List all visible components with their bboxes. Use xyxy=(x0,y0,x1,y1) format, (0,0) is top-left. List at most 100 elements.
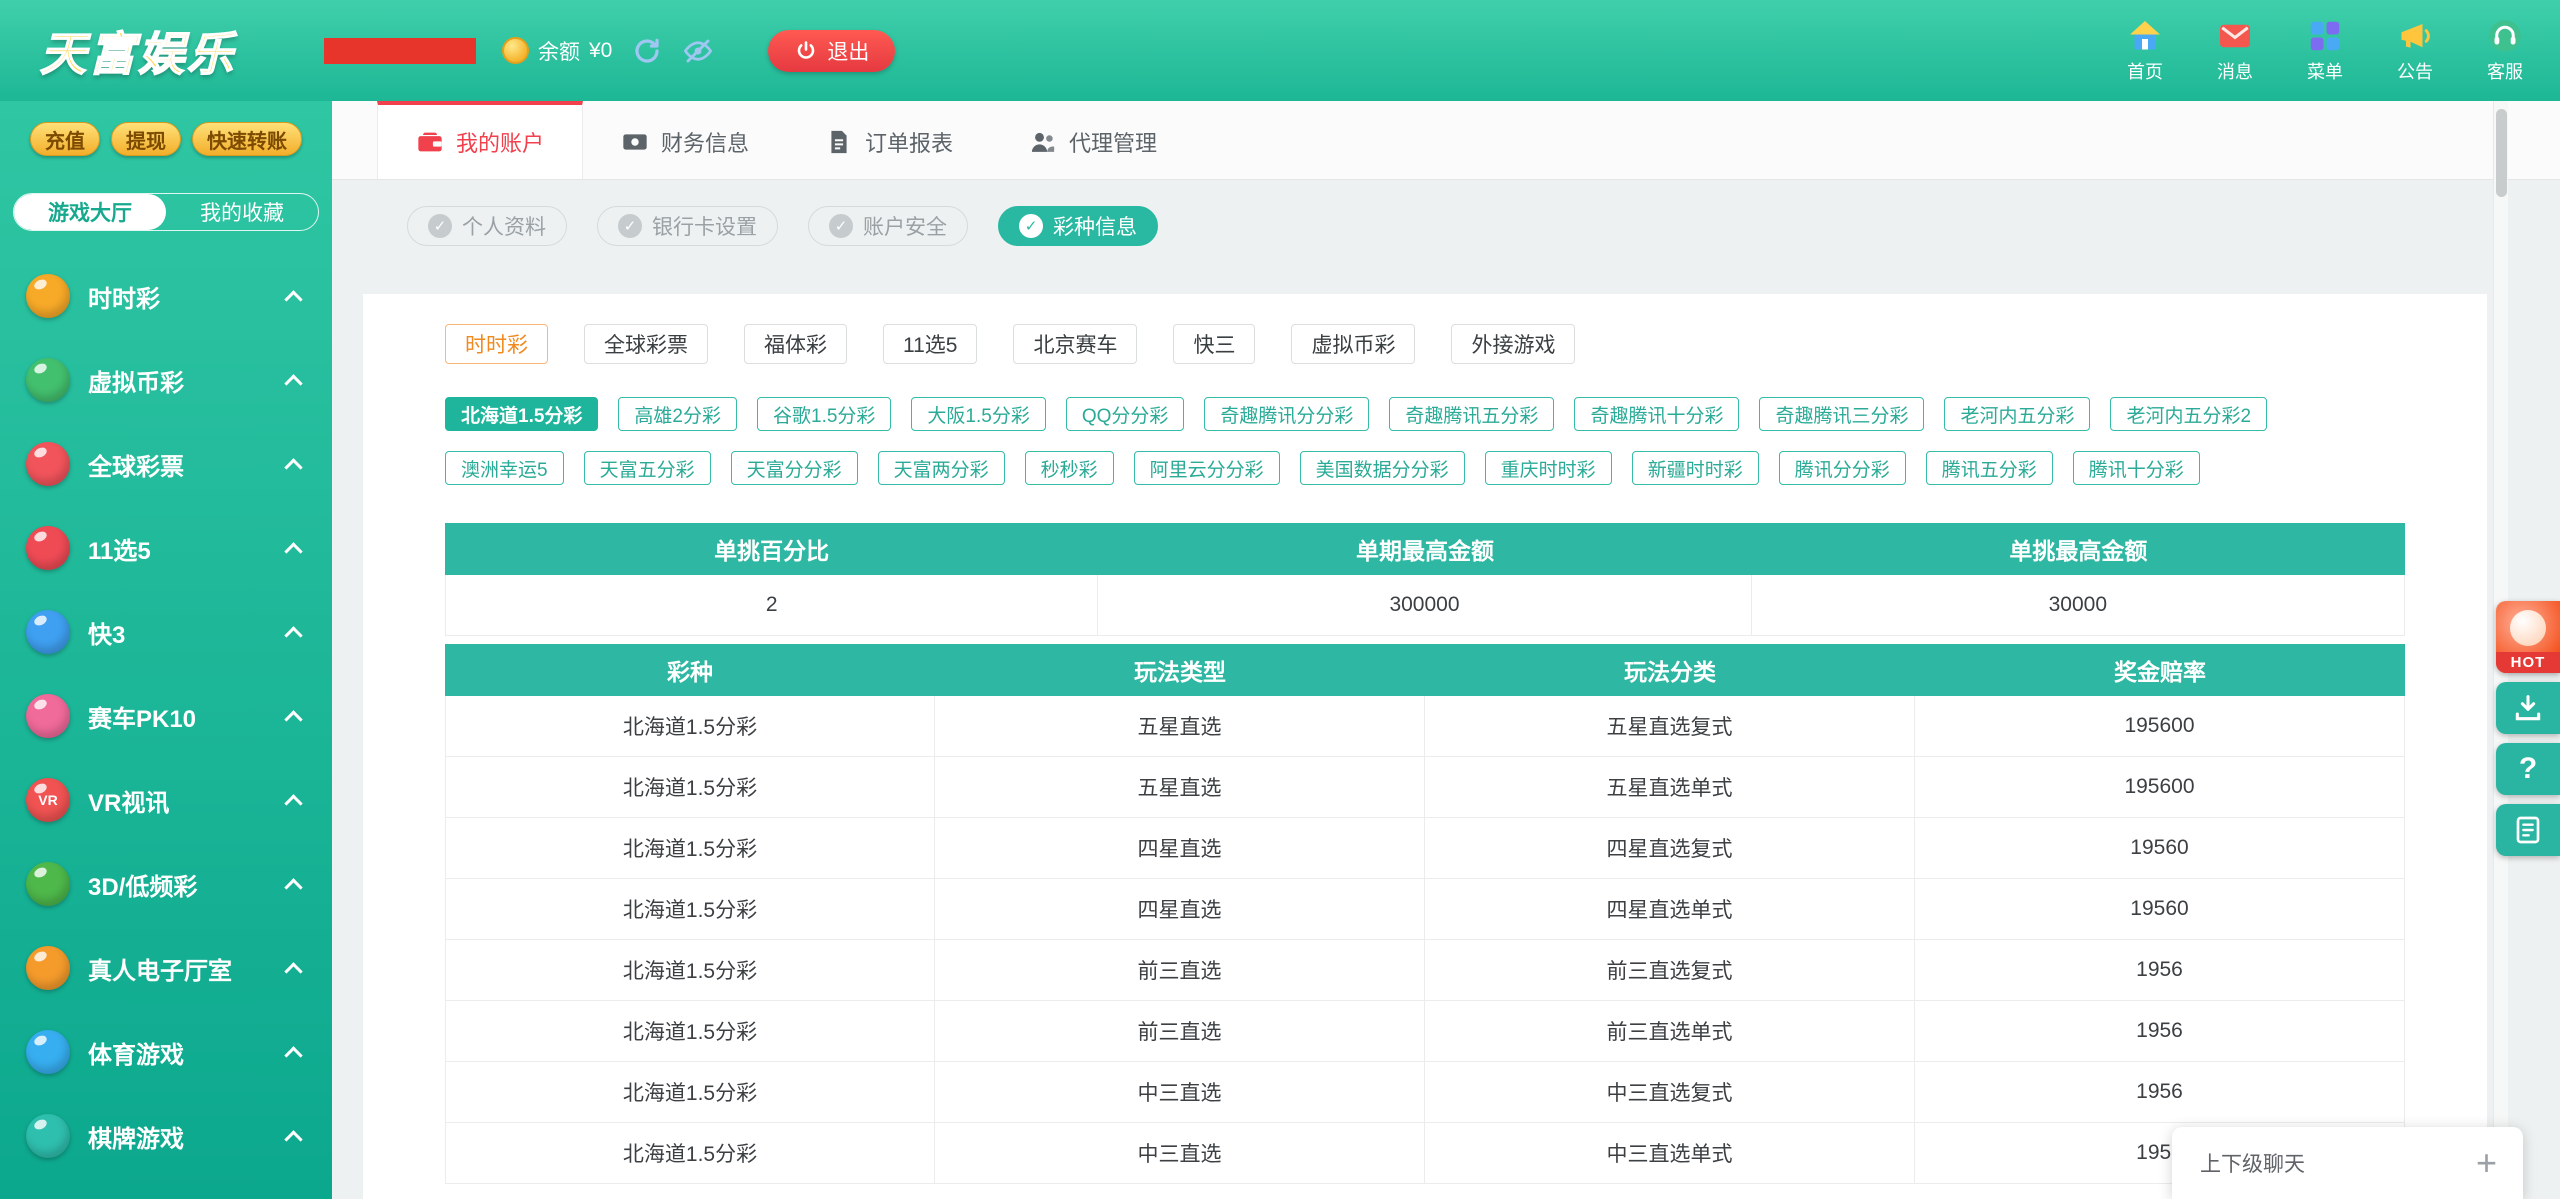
tab-label: 代理管理 xyxy=(1069,126,1157,158)
sidebar-menu-item[interactable]: VR VR视讯 xyxy=(0,758,332,842)
download-app-button[interactable] xyxy=(2496,682,2560,734)
help-button[interactable]: ? xyxy=(2496,743,2560,795)
nav-support[interactable]: 客服 xyxy=(2472,17,2538,84)
lottery-type-button[interactable]: 老河内五分彩 xyxy=(1944,397,2090,431)
lottery-category-tab[interactable]: 外接游戏 xyxy=(1451,324,1575,364)
lottery-type-button[interactable]: 澳洲幸运5 xyxy=(445,451,564,485)
favorites-tab[interactable]: 我的收藏 xyxy=(166,194,318,230)
lottery-category-tab[interactable]: 时时彩 xyxy=(445,324,548,364)
refresh-icon[interactable] xyxy=(632,36,662,66)
account-subtab[interactable]: ✓ 账户安全 xyxy=(808,206,968,246)
table-cell: 195600 xyxy=(1915,696,2405,757)
certificate-button[interactable] xyxy=(2496,804,2560,856)
lottery-type-button[interactable]: 奇趣腾讯三分彩 xyxy=(1759,397,1924,431)
account-subtab[interactable]: ✓ 彩种信息 xyxy=(998,206,1158,246)
sidebar-menu-item[interactable]: 棋牌游戏 xyxy=(0,1094,332,1178)
tab-order-reports[interactable]: 订单报表 xyxy=(787,101,991,179)
lottery-type-button[interactable]: 天富两分彩 xyxy=(878,451,1005,485)
lottery-type-button[interactable]: 天富分分彩 xyxy=(731,451,858,485)
table-header-cell: 玩法类型 xyxy=(935,644,1425,696)
table-cell: 前三直选复式 xyxy=(1425,940,1915,1001)
tab-my-account[interactable]: 我的账户 xyxy=(377,101,583,179)
lottery-type-button[interactable]: 腾讯十分彩 xyxy=(2073,451,2200,485)
account-subtab[interactable]: ✓ 个人资料 xyxy=(407,206,567,246)
lottery-category-tab[interactable]: 全球彩票 xyxy=(584,324,708,364)
nav-support-label: 客服 xyxy=(2487,58,2523,84)
expand-chat-icon[interactable]: + xyxy=(2476,1145,2497,1181)
table-cell: 前三直选 xyxy=(935,940,1425,1001)
lottery-category-tab[interactable]: 福体彩 xyxy=(744,324,847,364)
sidebar-menu-label: 赛车PK10 xyxy=(88,699,287,734)
lottery-category-tab[interactable]: 北京赛车 xyxy=(1013,324,1137,364)
lottery-type-button[interactable]: 阿里云分分彩 xyxy=(1134,451,1280,485)
table-cell: 2 xyxy=(445,575,1098,636)
sidebar-action-button[interactable]: 提现 xyxy=(111,122,181,156)
table-cell: 五星直选复式 xyxy=(1425,696,1915,757)
lottery-type-button[interactable]: 新疆时时彩 xyxy=(1632,451,1759,485)
scrollbar-thumb[interactable] xyxy=(2496,109,2507,197)
logout-button[interactable]: 退出 xyxy=(768,30,895,72)
table-cell: 五星直选单式 xyxy=(1425,757,1915,818)
lottery-type-button[interactable]: 天富五分彩 xyxy=(584,451,711,485)
tab-agent-management[interactable]: 代理管理 xyxy=(991,101,1195,179)
lottery-type-button[interactable]: 高雄2分彩 xyxy=(618,397,737,431)
table-cell: 1956 xyxy=(1915,940,2405,1001)
table-row: 北海道1.5分彩 中三直选 中三直选单式 1956 xyxy=(445,1123,2405,1184)
chevron-up-icon xyxy=(284,458,302,476)
nav-menu[interactable]: 菜单 xyxy=(2292,17,2358,84)
sidebar-menu-item[interactable]: 3D/低频彩 xyxy=(0,842,332,926)
sidebar-menu-item[interactable]: 虚拟币彩 xyxy=(0,338,332,422)
sidebar-menu-item[interactable]: 体育游戏 xyxy=(0,1010,332,1094)
logout-label: 退出 xyxy=(827,36,869,66)
sidebar-menu-item[interactable]: 11选5 xyxy=(0,506,332,590)
nav-home[interactable]: 首页 xyxy=(2112,17,2178,84)
lottery-ball-icon xyxy=(26,358,70,402)
lottery-category-tab[interactable]: 11选5 xyxy=(883,324,977,364)
lottery-type-button[interactable]: QQ分分彩 xyxy=(1066,397,1185,431)
table-row: 2 300000 30000 xyxy=(445,575,2405,636)
lottery-type-button[interactable]: 腾讯分分彩 xyxy=(1779,451,1906,485)
lottery-type-button[interactable]: 奇趣腾讯分分彩 xyxy=(1204,397,1369,431)
subtab-label: 账户安全 xyxy=(863,211,947,241)
people-icon xyxy=(1029,128,1057,156)
lottery-category-tab[interactable]: 快三 xyxy=(1173,324,1255,364)
sidebar-menu-item[interactable]: 全球彩票 xyxy=(0,422,332,506)
sidebar-action-button[interactable]: 快速转账 xyxy=(192,122,302,156)
hot-promo-button[interactable]: HOT xyxy=(2496,601,2560,673)
lottery-ball-icon xyxy=(26,442,70,486)
account-subtab[interactable]: ✓ 银行卡设置 xyxy=(597,206,778,246)
tab-label: 财务信息 xyxy=(661,126,749,158)
chat-bar[interactable]: 上下级聊天 + xyxy=(2172,1127,2523,1199)
lottery-type-button[interactable]: 腾讯五分彩 xyxy=(1926,451,2053,485)
sidebar-menu-item[interactable]: 真人电子厅室 xyxy=(0,926,332,1010)
lottery-type-button[interactable]: 北海道1.5分彩 xyxy=(445,397,598,431)
sidebar-menu-item[interactable]: 赛车PK10 xyxy=(0,674,332,758)
sidebar-menu-label: 时时彩 xyxy=(88,279,287,314)
table-row: 北海道1.5分彩 四星直选 四星直选复式 19560 xyxy=(445,818,2405,879)
lottery-ball-icon xyxy=(26,946,70,990)
lottery-type-button[interactable]: 奇趣腾讯五分彩 xyxy=(1389,397,1554,431)
tab-finance-info[interactable]: 财务信息 xyxy=(583,101,787,179)
eye-off-icon[interactable] xyxy=(682,35,714,67)
chat-bar-label: 上下级聊天 xyxy=(2200,1148,2305,1178)
lottery-type-button[interactable]: 重庆时时彩 xyxy=(1485,451,1612,485)
lottery-type-button[interactable]: 谷歌1.5分彩 xyxy=(757,397,891,431)
table-row: 北海道1.5分彩 五星直选 五星直选单式 195600 xyxy=(445,757,2405,818)
lottery-ball-icon xyxy=(26,1030,70,1074)
lottery-type-button[interactable]: 秒秒彩 xyxy=(1025,451,1114,485)
download-icon xyxy=(2512,692,2544,724)
lottery-category-tab[interactable]: 虚拟币彩 xyxy=(1291,324,1415,364)
lottery-type-button[interactable]: 奇趣腾讯十分彩 xyxy=(1574,397,1739,431)
limits-table-header: 单挑百分比单期最高金额单挑最高金额 xyxy=(445,523,2405,575)
nav-messages[interactable]: 消息 xyxy=(2202,17,2268,84)
top-nav: 首页 消息 菜单 公告 客服 xyxy=(2112,17,2538,84)
game-hall-tab[interactable]: 游戏大厅 xyxy=(14,194,166,230)
lottery-type-button[interactable]: 美国数据分分彩 xyxy=(1300,451,1465,485)
sidebar-menu-item[interactable]: 快3 xyxy=(0,590,332,674)
lottery-type-button[interactable]: 老河内五分彩2 xyxy=(2110,397,2267,431)
sidebar-action-button[interactable]: 充值 xyxy=(30,122,100,156)
lottery-type-button[interactable]: 大阪1.5分彩 xyxy=(911,397,1045,431)
nav-announcements[interactable]: 公告 xyxy=(2382,17,2448,84)
sidebar-menu-item[interactable]: 时时彩 xyxy=(0,254,332,338)
document-icon xyxy=(2512,814,2544,846)
